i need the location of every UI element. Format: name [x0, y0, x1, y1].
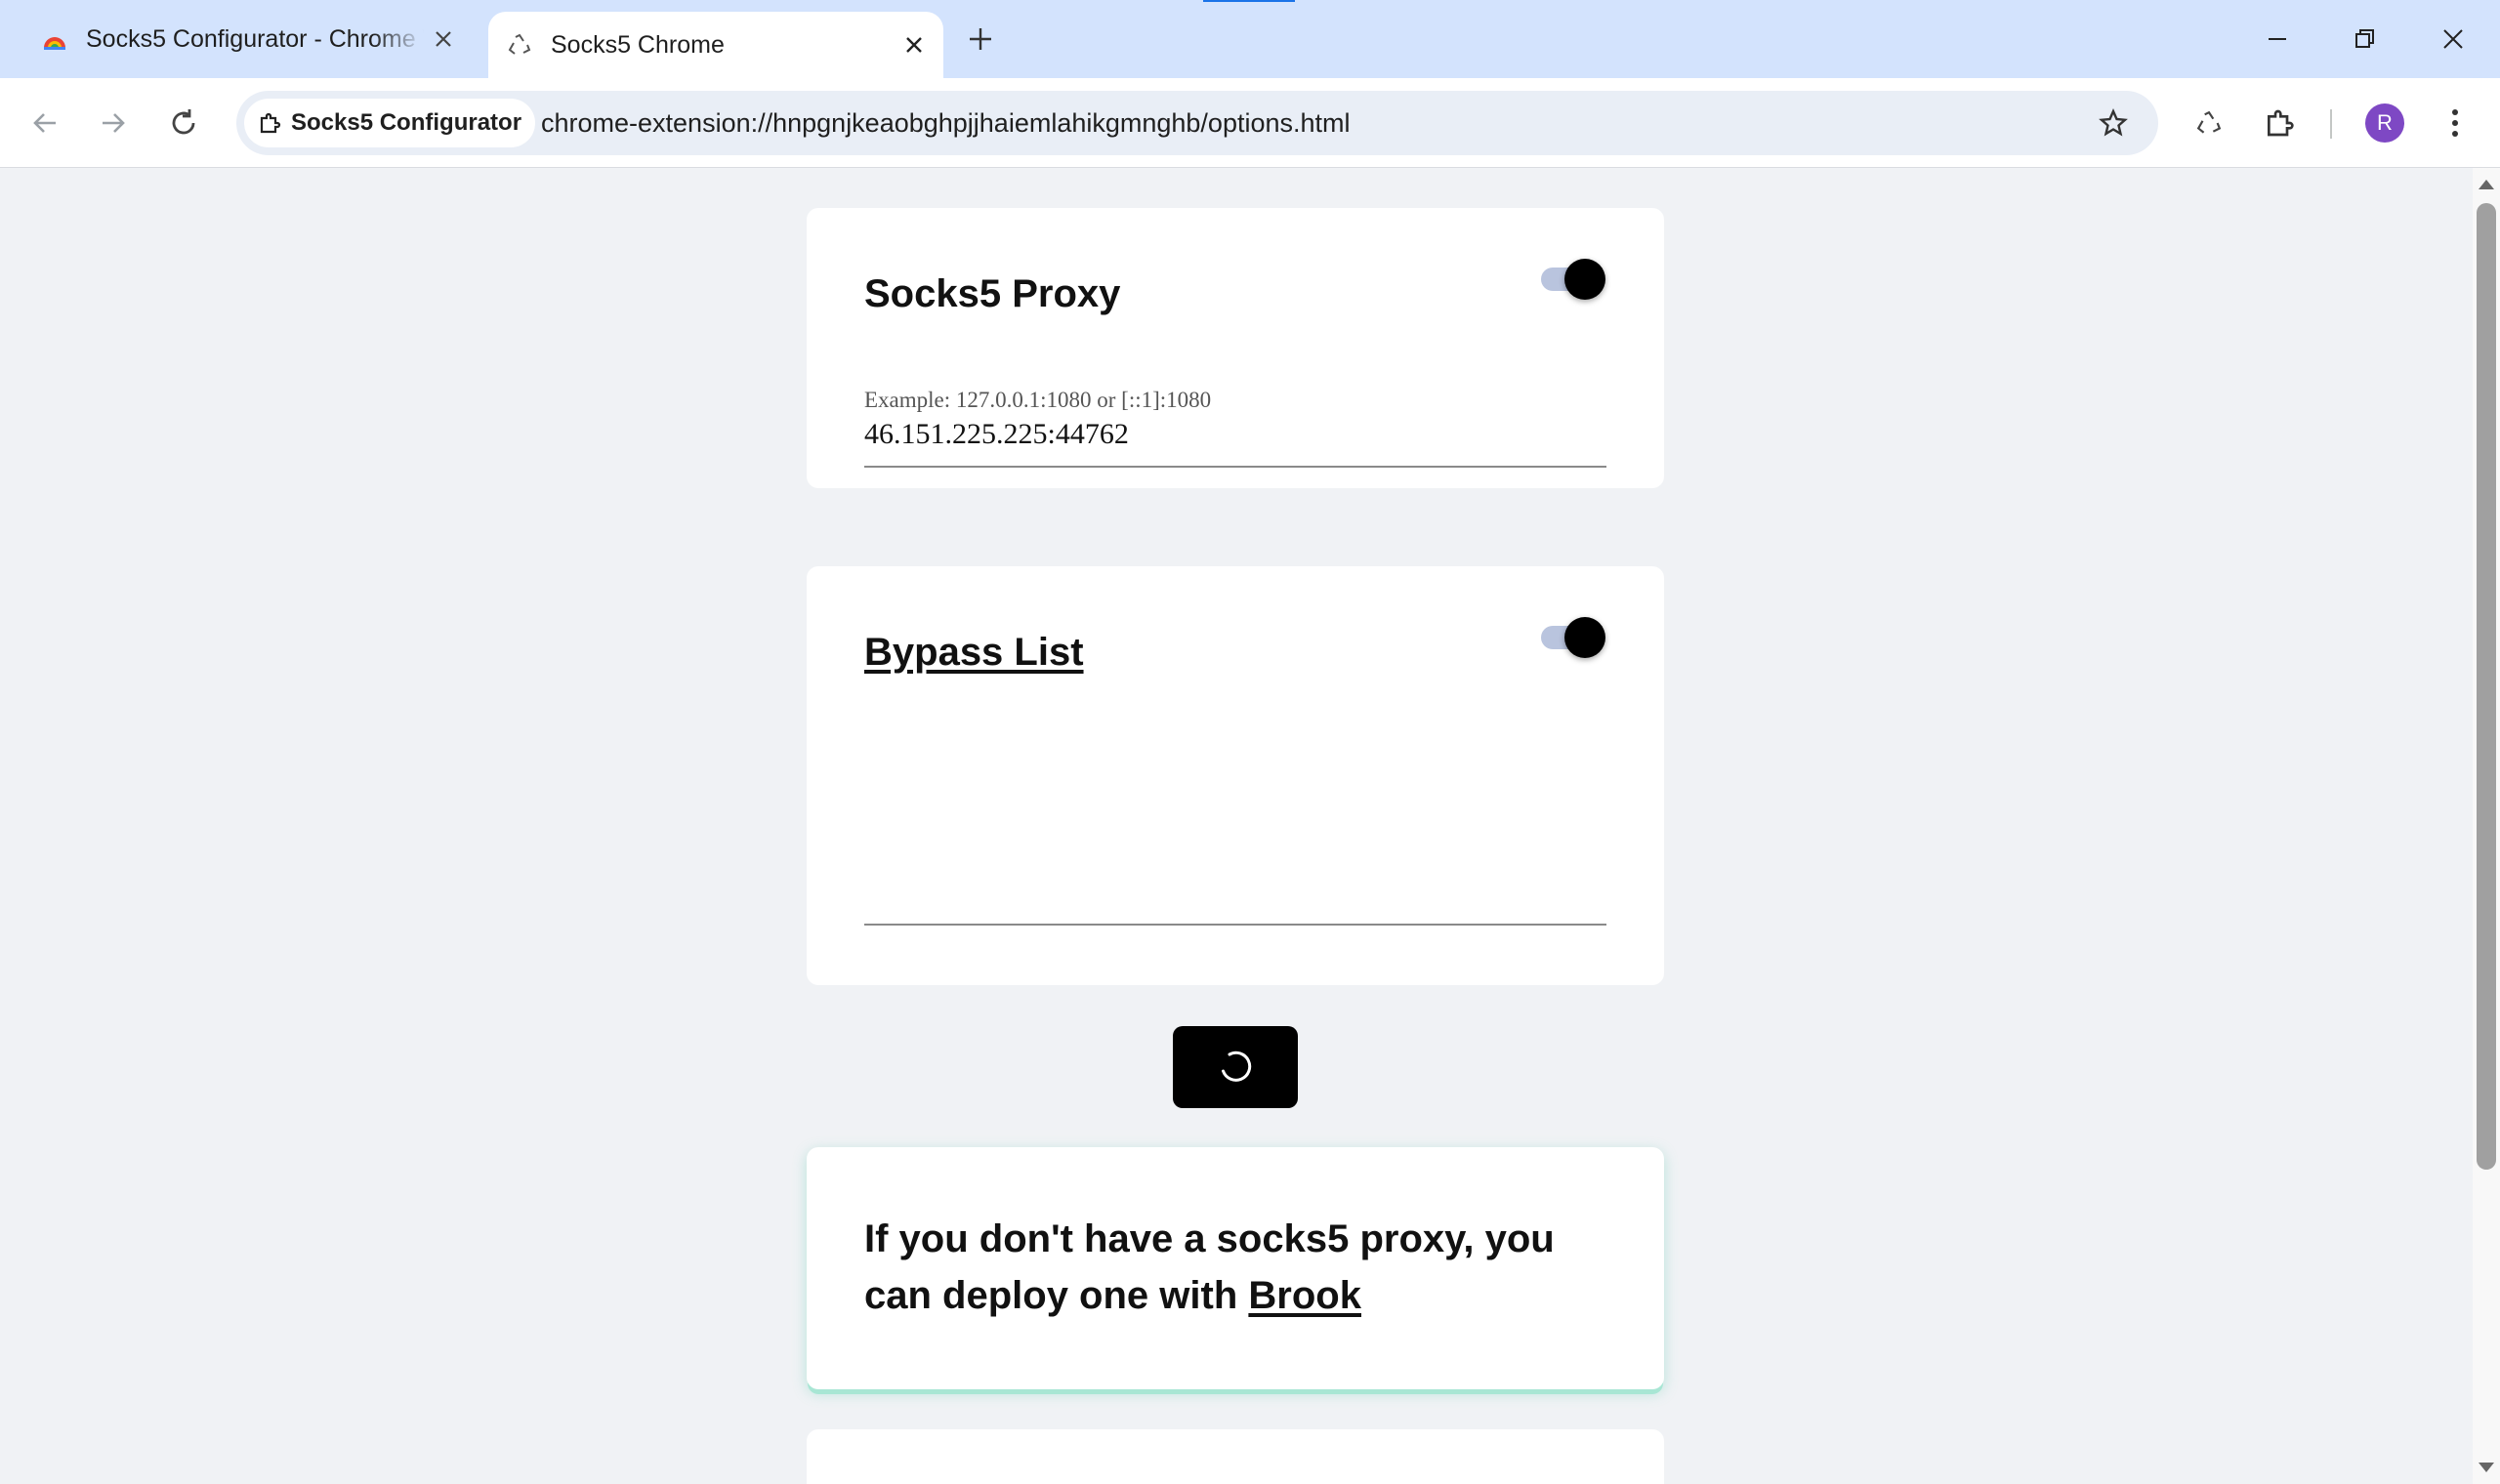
reload-icon	[172, 109, 195, 135]
close-tab-icon[interactable]	[424, 20, 463, 59]
forward-button[interactable]	[90, 100, 137, 146]
bypass-list-textarea[interactable]	[864, 693, 1606, 937]
input-underline	[864, 466, 1606, 468]
extension-icon	[256, 109, 283, 137]
kebab-menu-icon	[2452, 109, 2458, 137]
toolbar-separator	[2330, 109, 2332, 139]
bypass-list-title-link[interactable]: Bypass List	[864, 631, 1084, 675]
chrome-web-store-icon	[41, 25, 68, 53]
url-text[interactable]: chrome-extension://hnpgnjkeaobghpjjhaiem…	[541, 91, 1351, 155]
plus-icon	[970, 28, 991, 50]
tabstrip-accent-line	[1203, 0, 1295, 2]
arrow-right-icon	[103, 113, 125, 133]
scroll-up-arrow-icon[interactable]	[2479, 180, 2494, 189]
extensions-button[interactable]	[2256, 100, 2303, 146]
bypass-card: Bypass List	[807, 566, 1664, 985]
spinner-icon	[1222, 1051, 1252, 1082]
bookmark-star-button[interactable]	[2090, 100, 2137, 146]
proxy-field-hint: Example: 127.0.0.1:1080 or [::1]:1080	[864, 388, 1212, 412]
close-window-button[interactable]	[2424, 10, 2482, 68]
browser-toolbar: Socks5 Configurator chrome-extension://h…	[0, 78, 2500, 168]
scrollbar-thumb[interactable]	[2477, 203, 2496, 1170]
promo-message: If you don't have a socks5 proxy, you ca…	[864, 1217, 1555, 1317]
next-card	[807, 1429, 1664, 1484]
restore-icon	[2355, 29, 2374, 48]
socks5-extension-button[interactable]	[2186, 100, 2232, 146]
tab-socks5-chrome[interactable]: Socks5 Chrome	[488, 12, 943, 78]
profile-avatar[interactable]: R	[2365, 103, 2404, 143]
restore-button[interactable]	[2336, 10, 2395, 68]
puzzle-icon	[2268, 109, 2294, 137]
bypass-toggle[interactable]	[1537, 615, 1605, 658]
extension-chip-label: Socks5 Configurator	[291, 109, 522, 136]
proxy-toggle[interactable]	[1537, 257, 1605, 300]
promo-card: If you don't have a socks5 proxy, you ca…	[807, 1147, 1664, 1389]
address-bar[interactable]: Socks5 Configurator chrome-extension://h…	[236, 91, 2158, 155]
extension-chip[interactable]: Socks5 Configurator	[244, 99, 536, 147]
recycle-icon	[2196, 110, 2222, 134]
close-tab-icon[interactable]	[895, 25, 934, 64]
tab-title: Socks5 Configurator - Chrome Web Store	[86, 24, 424, 53]
minimize-icon	[2269, 38, 2286, 40]
scroll-down-arrow-icon[interactable]	[2479, 1463, 2494, 1472]
new-tab-button[interactable]	[961, 20, 1000, 59]
chrome-menu-button[interactable]	[2432, 100, 2479, 146]
brook-link[interactable]: Brook	[1248, 1274, 1361, 1317]
toggle-knob	[1564, 617, 1605, 658]
recycle-icon	[506, 31, 533, 59]
save-button[interactable]	[1173, 1026, 1298, 1108]
star-icon	[2099, 108, 2128, 137]
options-page: Socks5 Proxy Example: 127.0.0.1:1080 or …	[0, 168, 2473, 1484]
tab-strip: Socks5 Configurator - Chrome Web Store S…	[0, 0, 2500, 78]
tab-chrome-web-store[interactable]: Socks5 Configurator - Chrome Web Store	[23, 0, 473, 78]
toggle-knob	[1564, 259, 1605, 300]
promo-text: If you don't have a socks5 proxy, you ca…	[864, 1211, 1626, 1324]
proxy-address-input[interactable]	[864, 415, 1606, 454]
back-button[interactable]	[21, 100, 68, 146]
proxy-card-title: Socks5 Proxy	[864, 272, 1121, 315]
page-scrollbar[interactable]	[2473, 168, 2500, 1484]
textarea-underline	[864, 924, 1606, 926]
minimize-button[interactable]	[2248, 10, 2307, 68]
tab-title: Socks5 Chrome	[551, 30, 725, 59]
close-icon	[2443, 29, 2463, 49]
reload-button[interactable]	[160, 100, 207, 146]
arrow-left-icon	[33, 113, 56, 133]
proxy-card: Socks5 Proxy Example: 127.0.0.1:1080 or …	[807, 208, 1664, 488]
